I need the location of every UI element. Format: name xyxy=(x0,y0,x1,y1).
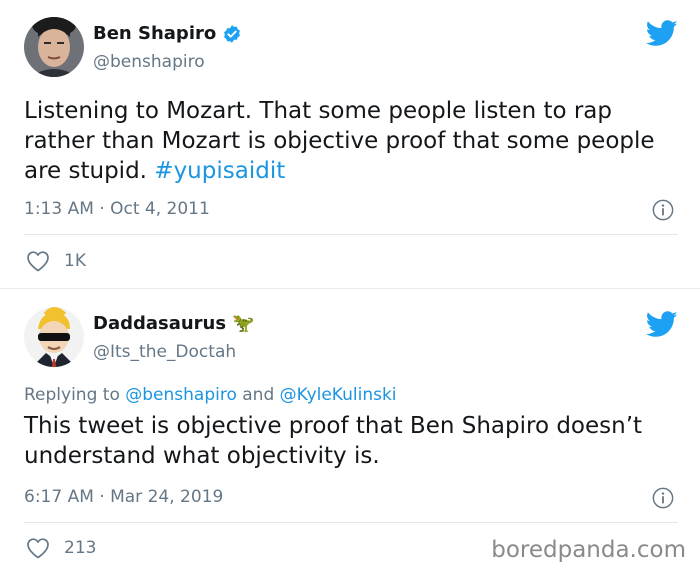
like-button[interactable]: 1K xyxy=(26,250,86,272)
watermark: boredpanda.com xyxy=(491,537,686,563)
timestamp[interactable]: 1:13 AM · Oct 4, 2011 xyxy=(24,199,210,219)
author-name-row: Ben Shapiro xyxy=(93,23,242,44)
replying-to-line: Replying to @benshapiro and @KyleKulinsk… xyxy=(24,385,397,405)
avatar[interactable] xyxy=(24,307,84,367)
display-name[interactable]: Daddasaurus xyxy=(93,313,226,334)
tweet-card-2: Daddasaurus 🦖 @Its_the_Doctah Replying t… xyxy=(0,289,700,577)
heart-icon xyxy=(27,251,49,272)
replying-to-and: and xyxy=(236,385,280,405)
tweet-card-1: Ben Shapiro @benshapiro Listening to Moz… xyxy=(0,0,700,288)
cartoon-sunglasses-avatar-icon xyxy=(24,307,84,367)
person-photo-avatar-icon xyxy=(24,17,84,77)
info-icon[interactable] xyxy=(652,487,674,509)
author-name-row: Daddasaurus 🦖 xyxy=(93,313,255,334)
twitter-bird-icon[interactable] xyxy=(646,20,678,47)
tweet-text-body: Listening to Mozart. That some people li… xyxy=(24,98,655,184)
info-icon[interactable] xyxy=(652,199,674,221)
twitter-bird-icon[interactable] xyxy=(646,311,678,338)
handle[interactable]: @benshapiro xyxy=(93,52,205,72)
dinosaur-icon: 🦖 xyxy=(232,313,255,334)
handle[interactable]: @Its_the_Doctah xyxy=(93,342,236,362)
like-count: 213 xyxy=(64,538,97,558)
heart-icon xyxy=(27,538,49,559)
hashtag-link[interactable]: #yupisaidit xyxy=(154,158,285,184)
divider xyxy=(24,234,678,235)
mention-link[interactable]: @benshapiro xyxy=(125,385,237,405)
tweet-text: This tweet is objective proof that Ben S… xyxy=(24,413,643,469)
verified-badge-icon xyxy=(224,24,241,43)
display-name[interactable]: Ben Shapiro xyxy=(93,23,216,44)
tweet-text: Listening to Mozart. That some people li… xyxy=(24,96,684,186)
divider xyxy=(24,522,678,523)
avatar[interactable] xyxy=(24,17,84,77)
like-count: 1K xyxy=(64,251,86,271)
replying-to-label: Replying to xyxy=(24,385,126,405)
mention-link[interactable]: @KyleKulinski xyxy=(280,385,397,405)
like-button[interactable]: 213 xyxy=(26,537,96,559)
timestamp[interactable]: 6:17 AM · Mar 24, 2019 xyxy=(24,487,223,507)
